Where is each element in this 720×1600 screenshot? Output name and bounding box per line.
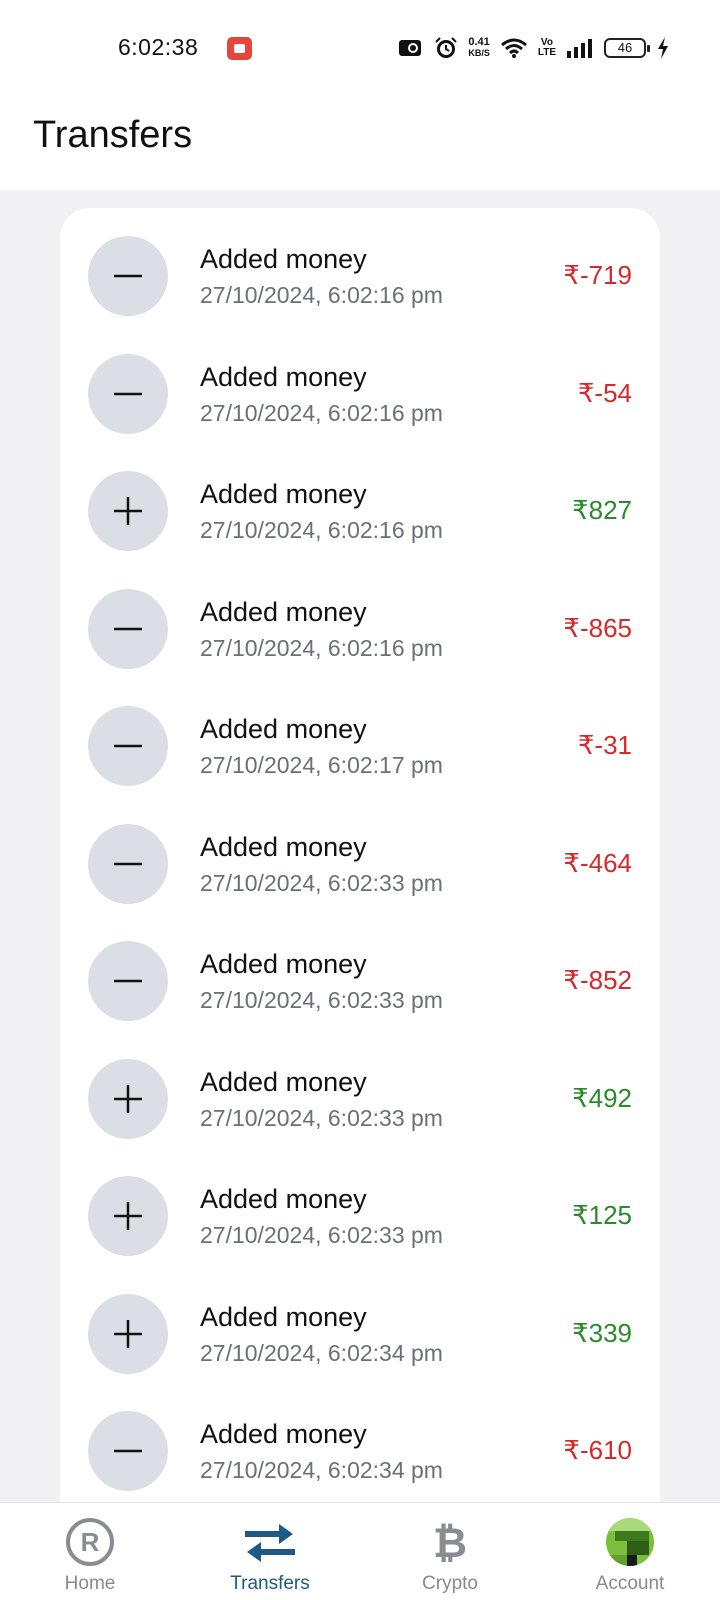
list-item[interactable]: Added money 27/10/2024, 6:02:33 pm ₹125 [60, 1148, 660, 1268]
transfer-title: Added money [200, 1184, 367, 1214]
list-item[interactable]: Added money 27/10/2024, 6:02:16 pm ₹827 [60, 443, 660, 563]
list-item[interactable]: Added money 27/10/2024, 6:02:33 pm ₹-464 [60, 796, 660, 916]
transfer-title: Added money [200, 1301, 367, 1332]
nav-home-label: Home [64, 1573, 116, 1594]
transfer-date: 27/10/2024, 6:02:34 pm [200, 1339, 443, 1366]
minus-icon [88, 353, 168, 434]
transfer-date: 27/10/2024, 6:02:33 pm [200, 869, 443, 896]
transfer-date: 27/10/2024, 6:02:16 pm [200, 634, 443, 661]
transfer-date: 27/10/2024, 6:02:16 pm [200, 399, 443, 426]
svg-text:₿: ₿ [433, 1518, 467, 1567]
transfer-amount: ₹125 [572, 1200, 632, 1230]
list-item[interactable]: Added money 27/10/2024, 6:02:33 pm ₹-852 [60, 913, 660, 1033]
transfer-date: 27/10/2024, 6:02:34 pm [200, 1457, 443, 1483]
transfer-amount: ₹339 [572, 1317, 632, 1348]
nav-account-label: Account [595, 1573, 665, 1594]
swap-arrows-icon [243, 1515, 297, 1569]
plus-icon [88, 1293, 168, 1374]
transfer-amount: ₹827 [572, 495, 632, 525]
svg-text:R: R [81, 1527, 100, 1557]
app-header: Transfers [0, 96, 720, 190]
screen-record-icon [227, 37, 252, 60]
minus-icon [88, 823, 168, 904]
nav-account[interactable]: Account [540, 1503, 720, 1600]
status-bar: 6:02:38 0.41 KB/S Vo LTE 46 [0, 0, 720, 96]
transfer-date: 27/10/2024, 6:02:16 pm [200, 282, 443, 308]
list-item[interactable]: Added money 27/10/2024, 6:02:33 pm ₹492 [60, 1031, 660, 1151]
volte-bottom: LTE [537, 47, 556, 58]
status-time: 6:02:38 [118, 34, 199, 60]
transfer-amount: ₹492 [572, 1082, 632, 1113]
list-item[interactable]: Added money 27/10/2024, 6:02:16 pm ₹-865 [60, 561, 660, 681]
minus-icon [88, 941, 168, 1021]
nav-crypto-label: Crypto [422, 1573, 478, 1594]
page-title: Transfers [33, 114, 193, 156]
registered-icon: R [63, 1515, 117, 1569]
transfer-amount: ₹-54 [577, 377, 632, 408]
transfer-date: 27/10/2024, 6:02:33 pm [200, 1104, 443, 1131]
status-icons: 0.41 KB/S Vo LTE 46 [398, 30, 670, 66]
transfer-amount: ₹-610 [563, 1435, 632, 1465]
transfers-list[interactable]: Added money 27/10/2024, 6:02:16 pm ₹-719 Ad… [60, 208, 660, 1508]
minus-icon [88, 1411, 168, 1491]
net-speed-unit: KB/S [468, 48, 490, 58]
avatar [603, 1515, 657, 1569]
transfer-date: 27/10/2024, 6:02:17 pm [200, 752, 443, 778]
network-speed: 0.41 KB/S [468, 37, 490, 59]
transfer-title: Added money [200, 596, 367, 627]
transfer-title: Added money [200, 244, 367, 274]
transfer-title: Added money [200, 361, 367, 392]
transfer-title: Added money [200, 949, 367, 979]
bottom-nav: R Home Transfers ₿ Crypto Account [0, 1502, 720, 1600]
battery-indicator: 46 [604, 38, 650, 58]
list-item[interactable]: Added money 27/10/2024, 6:02:16 pm ₹-54 [60, 326, 660, 446]
nav-transfers-label: Transfers [230, 1573, 310, 1594]
alarm-icon [435, 37, 458, 58]
nav-home[interactable]: R Home [0, 1503, 180, 1600]
transfer-title: Added money [200, 1419, 367, 1449]
transfer-date: 27/10/2024, 6:02:16 pm [200, 517, 443, 543]
charging-icon [658, 37, 668, 59]
list-item[interactable]: Added money 27/10/2024, 6:02:17 pm ₹-31 [60, 678, 660, 798]
minus-icon [88, 588, 168, 669]
minus-icon [88, 236, 168, 316]
transfer-amount: ₹-464 [563, 847, 632, 878]
transfer-date: 27/10/2024, 6:02:33 pm [200, 1222, 443, 1248]
transfer-amount: ₹-31 [577, 730, 632, 760]
transfer-title: Added money [200, 1066, 367, 1097]
nav-transfers[interactable]: Transfers [180, 1503, 360, 1600]
list-item[interactable]: Added money 27/10/2024, 6:02:16 pm ₹-719 [60, 208, 660, 328]
volte-indicator: Vo LTE [538, 38, 556, 58]
wifi-icon [500, 38, 527, 58]
transfer-amount: ₹-852 [563, 965, 632, 995]
nav-crypto[interactable]: ₿ Crypto [360, 1503, 540, 1600]
plus-icon [88, 1058, 168, 1139]
transfer-amount: ₹-719 [563, 260, 632, 290]
transfer-title: Added money [200, 479, 367, 509]
transfer-title: Added money [200, 831, 367, 862]
bitcoin-icon: ₿ [423, 1515, 477, 1569]
plus-icon [88, 471, 168, 551]
transfer-amount: ₹-865 [563, 612, 632, 643]
rotation-lock-icon [399, 40, 422, 56]
signal-icon [567, 39, 592, 58]
minus-icon [88, 706, 168, 786]
net-speed-value: 0.41 [468, 36, 490, 48]
transfer-title: Added money [200, 714, 367, 744]
list-item[interactable]: Added money 27/10/2024, 6:02:34 pm ₹339 [60, 1266, 660, 1386]
list-item[interactable]: Added money 27/10/2024, 6:02:34 pm ₹-610 [60, 1383, 660, 1503]
plus-icon [88, 1176, 168, 1256]
transfer-date: 27/10/2024, 6:02:33 pm [200, 987, 443, 1013]
